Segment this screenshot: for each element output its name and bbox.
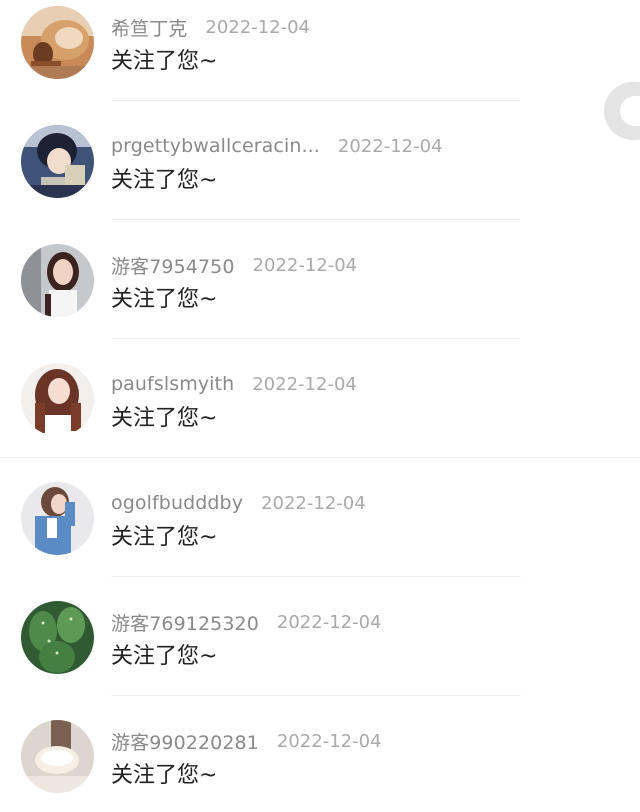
meta-line: 游客990220281 2022-12-04 xyxy=(111,728,382,754)
list-item[interactable]: ogolfbudddby 2022-12-04 关注了您~ xyxy=(0,476,640,595)
section-divider xyxy=(0,457,640,458)
meta-line: prgettybwallceracin... 2022-12-04 xyxy=(111,133,443,159)
notification-message: 关注了您~ xyxy=(111,525,218,550)
list-item[interactable]: 游客7954750 2022-12-04 关注了您~ xyxy=(0,238,640,357)
avatar[interactable] xyxy=(21,363,94,436)
timestamp: 2022-12-04 xyxy=(276,730,382,752)
list-item[interactable]: 游客769125320 2022-12-04 关注了您~ xyxy=(0,595,640,714)
avatar[interactable] xyxy=(21,720,94,793)
username[interactable]: 希笪丁克 xyxy=(111,14,187,41)
notification-message: 关注了您~ xyxy=(111,763,218,788)
list-item[interactable]: 希笪丁克 2022-12-04 关注了您~ xyxy=(0,0,640,119)
notification-message: 关注了您~ xyxy=(111,644,218,669)
avatar[interactable] xyxy=(21,244,94,317)
username[interactable]: paufslsmyith xyxy=(111,373,234,395)
notification-message: 关注了您~ xyxy=(111,168,218,193)
divider xyxy=(111,695,521,696)
meta-line: 游客769125320 2022-12-04 xyxy=(111,609,382,635)
list-item[interactable]: paufslsmyith 2022-12-04 关注了您~ xyxy=(0,357,640,476)
avatar-hand-shell-icon xyxy=(21,720,94,793)
notification-message: 关注了您~ xyxy=(111,49,218,74)
avatar[interactable] xyxy=(21,482,94,555)
divider xyxy=(111,576,521,577)
avatar-woman-denim-icon xyxy=(21,482,94,555)
meta-line: paufslsmyith 2022-12-04 xyxy=(111,371,357,397)
avatar[interactable] xyxy=(21,125,94,198)
avatar-anime-boy-icon xyxy=(21,125,94,198)
timestamp: 2022-12-04 xyxy=(252,254,358,276)
meta-line: ogolfbudddby 2022-12-04 xyxy=(111,490,366,516)
timestamp: 2022-12-04 xyxy=(337,135,443,157)
meta-line: 希笪丁克 2022-12-04 xyxy=(111,14,310,40)
timestamp: 2022-12-04 xyxy=(276,611,382,633)
username[interactable]: ogolfbudddby xyxy=(111,492,243,514)
avatar-woman-long-hair-icon xyxy=(21,363,94,436)
username[interactable]: 游客769125320 xyxy=(111,609,259,636)
username[interactable]: 游客990220281 xyxy=(111,728,259,755)
side-button-icon xyxy=(620,96,640,126)
notification-message: 关注了您~ xyxy=(111,406,218,431)
divider xyxy=(111,338,521,339)
list-item[interactable]: 游客990220281 2022-12-04 关注了您~ xyxy=(0,714,640,812)
username[interactable]: 游客7954750 xyxy=(111,252,235,279)
meta-line: 游客7954750 2022-12-04 xyxy=(111,252,357,278)
avatar-woman-photo-icon xyxy=(21,244,94,317)
notification-message: 关注了您~ xyxy=(111,287,218,312)
divider xyxy=(111,100,521,101)
avatar-hermit-crab-icon xyxy=(21,6,94,79)
avatar-cactus-icon xyxy=(21,601,94,674)
timestamp: 2022-12-04 xyxy=(252,373,357,395)
timestamp: 2022-12-04 xyxy=(261,492,366,514)
timestamp: 2022-12-04 xyxy=(205,16,311,38)
avatar[interactable] xyxy=(21,601,94,674)
list-item[interactable]: prgettybwallceracin... 2022-12-04 关注了您~ xyxy=(0,119,640,238)
username[interactable]: prgettybwallceracin... xyxy=(111,135,320,157)
avatar[interactable] xyxy=(21,6,94,79)
divider xyxy=(111,219,521,220)
